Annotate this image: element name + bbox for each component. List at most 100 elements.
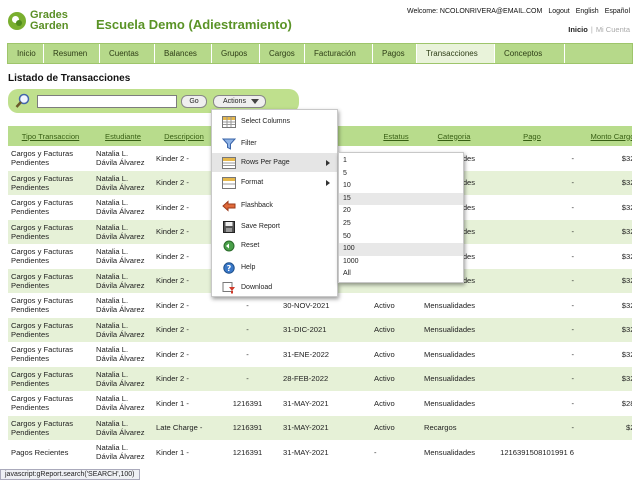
menu-download[interactable]: Download bbox=[212, 278, 337, 297]
rows-option-hover[interactable]: 100 bbox=[339, 243, 463, 256]
table-row: Cargos y Facturas Pendientes Natalia L. D… bbox=[8, 366, 632, 391]
cell-estudiante: Natalia L. Dávila Álvarez bbox=[93, 293, 153, 318]
cell-tipo: Cargos y Facturas Pendientes bbox=[8, 219, 93, 244]
cell-estatus: Activo bbox=[371, 293, 421, 318]
col-tipo-transaccion[interactable]: Tipo Transaccion bbox=[8, 126, 93, 146]
mi-cuenta-link[interactable]: Mi Cuenta bbox=[596, 25, 630, 34]
rows-per-page-submenu: 1 5 10 15 20 25 50 100 1000 All bbox=[338, 152, 464, 283]
format-icon bbox=[222, 176, 236, 189]
cell-tipo: Cargos y Facturas Pendientes bbox=[8, 195, 93, 220]
cell-pago: - bbox=[487, 366, 577, 391]
nav-cargos[interactable]: Cargos bbox=[260, 44, 305, 63]
cell-categoria: Mensualidades bbox=[421, 317, 487, 342]
nav-grupos[interactable]: Grupos bbox=[212, 44, 260, 63]
cell-monto: $320.0 bbox=[577, 219, 632, 244]
cell-descripcion: Kinder 2 - bbox=[153, 146, 215, 171]
grades-garden-logo[interactable]: Grades Garden bbox=[8, 10, 88, 34]
rows-option[interactable]: 20 bbox=[339, 205, 463, 218]
cell-monto: $320.0 bbox=[577, 293, 632, 318]
cell-estudiante: Natalia L. Dávila Álvarez bbox=[93, 268, 153, 293]
nav-resumen[interactable]: Resumen bbox=[44, 44, 100, 63]
menu-filter[interactable]: Filter bbox=[212, 134, 337, 153]
rows-option[interactable]: All bbox=[339, 268, 463, 281]
cell-descripcion: Late Charge - bbox=[153, 415, 215, 440]
rows-option[interactable]: 1000 bbox=[339, 256, 463, 269]
col-pago[interactable]: Pago bbox=[487, 126, 577, 146]
reset-icon bbox=[223, 240, 235, 251]
actions-button[interactable]: Actions bbox=[213, 95, 266, 108]
go-button[interactable]: Go bbox=[181, 95, 207, 108]
cell-monto: $280.0 bbox=[577, 391, 632, 416]
cell-estudiante: Natalia L. Dávila Álvarez bbox=[93, 146, 153, 171]
cell-fecha: 31-MAY-2021 bbox=[280, 440, 371, 465]
rows-option[interactable]: 25 bbox=[339, 218, 463, 231]
rows-option-selected[interactable]: 15 bbox=[339, 192, 463, 206]
cell-descripcion: Kinder 2 - bbox=[153, 366, 215, 391]
cell-descripcion: Kinder 1 - bbox=[153, 440, 215, 465]
cell-monto: $20.0 bbox=[577, 415, 632, 440]
cell-referencia: 1216391 bbox=[215, 415, 280, 440]
menu-select-columns[interactable]: Select Columns bbox=[212, 112, 337, 131]
cell-estatus: Activo bbox=[371, 342, 421, 367]
nav-pagos[interactable]: Pagos bbox=[373, 44, 417, 63]
cell-estudiante: Natalia L. Dávila Álvarez bbox=[93, 170, 153, 195]
cell-descripcion: Kinder 2 - bbox=[153, 293, 215, 318]
col-monto-cargo[interactable]: Monto Cargo bbox=[577, 126, 632, 146]
table-row: Cargos y Facturas Pendientes Natalia L. D… bbox=[8, 391, 632, 416]
rows-option[interactable]: 10 bbox=[339, 180, 463, 193]
cell-tipo: Cargos y Facturas Pendientes bbox=[8, 244, 93, 269]
logout-link[interactable]: Logout bbox=[548, 8, 569, 15]
cell-monto: $320.0 bbox=[577, 366, 632, 391]
cell-estudiante: Natalia L. Dávila Álvarez bbox=[93, 366, 153, 391]
nav-transacciones[interactable]: Transacciones bbox=[417, 44, 495, 63]
nav-cuentas[interactable]: Cuentas bbox=[100, 44, 155, 63]
main-nav: Inicio Resumen Cuentas Balances Grupos C… bbox=[7, 43, 633, 64]
cell-estatus: Activo bbox=[371, 317, 421, 342]
columns-icon bbox=[222, 115, 236, 128]
rows-option[interactable]: 1 bbox=[339, 155, 463, 168]
rows-option[interactable]: 5 bbox=[339, 168, 463, 181]
nav-facturacion[interactable]: Facturación bbox=[305, 44, 373, 63]
filter-icon bbox=[222, 138, 236, 150]
cell-pago: - bbox=[487, 268, 577, 293]
nav-inicio[interactable]: Inicio bbox=[8, 44, 44, 63]
col-descripcion[interactable]: Descripcion bbox=[153, 126, 215, 146]
col-categoria[interactable]: Categoria bbox=[421, 126, 487, 146]
menu-reset[interactable]: Reset bbox=[212, 236, 337, 255]
search-icon[interactable] bbox=[15, 93, 31, 109]
cell-pago: - bbox=[487, 195, 577, 220]
cell-fecha: 31-MAY-2021 bbox=[280, 391, 371, 416]
nav-balances[interactable]: Balances bbox=[155, 44, 212, 63]
cell-descripcion: Kinder 2 - bbox=[153, 268, 215, 293]
school-name: Escuela Demo (Adiestramiento) bbox=[96, 17, 292, 32]
cell-descripcion: Kinder 2 - bbox=[153, 219, 215, 244]
cell-tipo: Cargos y Facturas Pendientes bbox=[8, 293, 93, 318]
cell-estudiante: Natalia L. Dávila Álvarez bbox=[93, 391, 153, 416]
menu-save-report[interactable]: Save Report bbox=[212, 217, 337, 236]
chevron-down-icon bbox=[251, 99, 259, 104]
english-link[interactable]: English bbox=[576, 8, 599, 15]
download-icon bbox=[222, 281, 235, 293]
col-estudiante[interactable]: Estudiante bbox=[93, 126, 153, 146]
chevron-right-icon bbox=[326, 159, 330, 166]
col-estatus[interactable]: Estatus bbox=[371, 126, 421, 146]
rows-option[interactable]: 50 bbox=[339, 231, 463, 244]
flashback-icon bbox=[222, 199, 236, 212]
cell-tipo: Cargos y Facturas Pendientes bbox=[8, 170, 93, 195]
logo-text: Grades Garden bbox=[30, 10, 90, 32]
cell-estudiante: Natalia L. Dávila Álvarez bbox=[93, 317, 153, 342]
menu-help[interactable]: ? Help bbox=[212, 258, 337, 277]
actions-label: Actions bbox=[223, 98, 246, 105]
inicio-link[interactable]: Inicio bbox=[568, 25, 588, 34]
cell-categoria: Recargos bbox=[421, 415, 487, 440]
search-input[interactable] bbox=[37, 95, 177, 108]
espanol-link[interactable]: Español bbox=[605, 8, 630, 15]
save-icon bbox=[223, 220, 235, 233]
menu-format[interactable]: Format bbox=[212, 173, 337, 192]
menu-rows-per-page[interactable]: Rows Per Page bbox=[212, 153, 337, 172]
menu-flashback[interactable]: Flashback bbox=[212, 196, 337, 215]
rows-icon bbox=[222, 156, 236, 169]
cell-referencia: 1216391 bbox=[215, 440, 280, 465]
menu-label: Select Columns bbox=[241, 118, 291, 125]
nav-conceptos[interactable]: Conceptos bbox=[495, 44, 565, 63]
